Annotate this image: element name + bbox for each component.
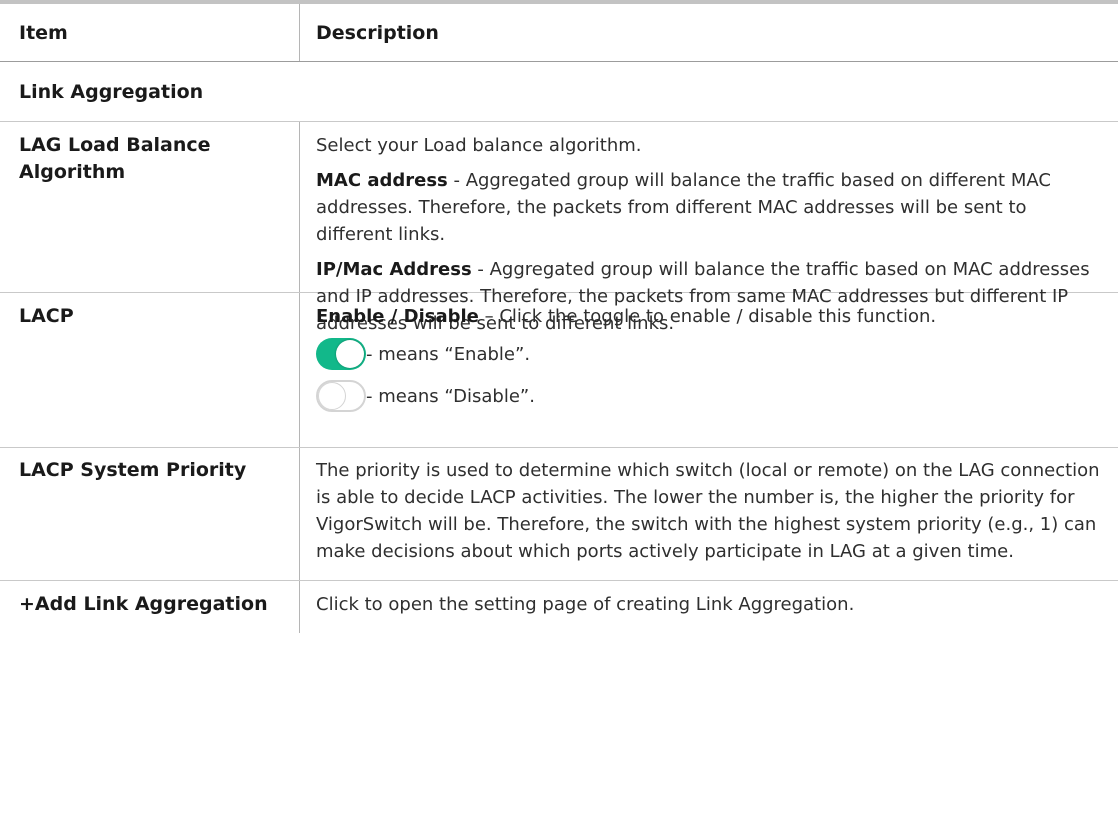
item-add-link-aggregation: +Add Link Aggregation — [19, 593, 268, 615]
toggle-on-line: - means “Enable”. — [316, 336, 1108, 372]
item-lacp: LACP — [19, 305, 74, 327]
add-link-aggregation-desc: Click to open the setting page of creati… — [316, 594, 855, 615]
toggle-on-text: - means “Enable”. — [366, 343, 531, 365]
table-header-row: Item Description — [0, 4, 1118, 61]
item-lag-load-balance: LAG Load Balance Algorithm — [19, 134, 211, 183]
toggle-enabled-icon — [316, 338, 366, 370]
lag-intro-text: Select your Load balance algorithm. — [316, 135, 642, 156]
description-table: Item Description Link Aggregation LAG Lo… — [0, 0, 1118, 633]
header-item: Item — [0, 4, 300, 61]
toggle-off-line: - means “Disable”. — [316, 378, 1108, 414]
lacp-enable-paragraph: Enable / Disable – Click the toggle to e… — [316, 303, 1108, 330]
toggle-disabled-icon — [316, 380, 366, 412]
enable-disable-desc: – Click the toggle to enable / disable t… — [478, 306, 937, 327]
section-title: Link Aggregation — [19, 80, 204, 103]
table-row-add-link-aggregation: +Add Link Aggregation Click to open the … — [0, 581, 1118, 633]
item-lacp-system-priority: LACP System Priority — [19, 459, 247, 481]
toggle-off-text: - means “Disable”. — [366, 385, 535, 407]
header-description: Description — [316, 21, 439, 44]
lacp-priority-desc: The priority is used to determine which … — [316, 460, 1100, 562]
mac-address-paragraph: MAC address - Aggregated group will bala… — [316, 167, 1108, 248]
table-row-lacp: LACP Enable / Disable – Click the toggle… — [0, 293, 1118, 447]
mac-address-term: MAC address — [316, 170, 448, 191]
table-row-lacp-priority: LACP System Priority The priority is use… — [0, 448, 1118, 580]
enable-disable-term: Enable / Disable — [316, 306, 479, 327]
table-row-lag-algorithm: LAG Load Balance Algorithm Select your L… — [0, 122, 1118, 334]
ip-mac-term: IP/Mac Address — [316, 259, 472, 280]
